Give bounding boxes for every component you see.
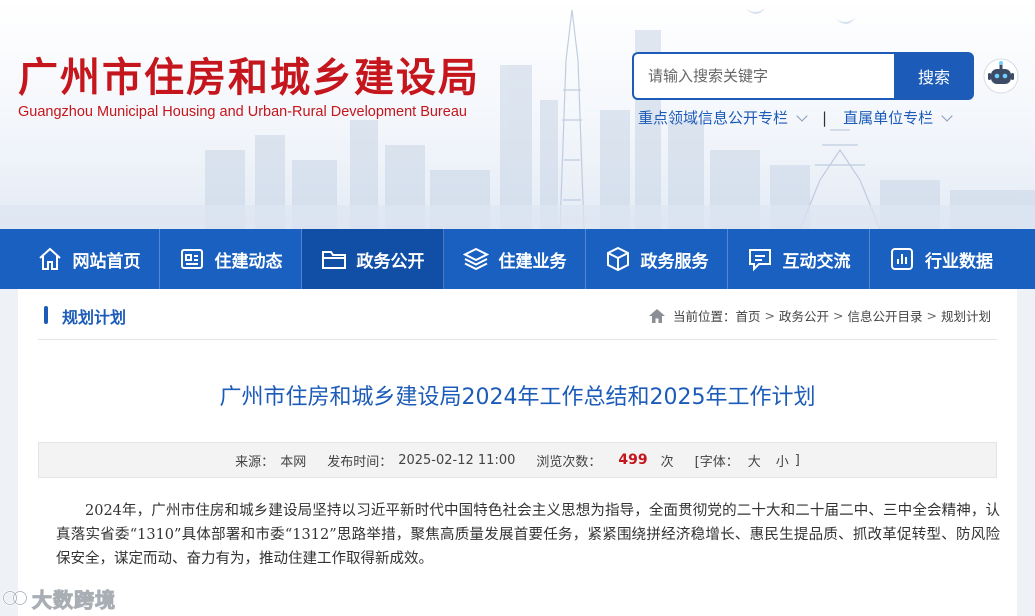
nav-item-label: 住建动态 [214, 251, 283, 272]
box-icon [606, 246, 629, 272]
separator: | [822, 108, 828, 127]
breadcrumb: 当前位置： 首页 > 政务公开 > 信息公开目录 > 规划计划 [648, 306, 991, 325]
nav-item-gov-affairs[interactable]: 政务公开 [302, 229, 444, 289]
article-title: 广州市住房和城乡建设局2024年工作总结和2025年工作计划 [219, 385, 816, 410]
main-nav: 网站首页 住建动态 政务公开 住建业务 政务服务 互动交流 行业数据 [0, 229, 1035, 289]
article-paragraph: 2024年，广州市住房和城乡建设局坚持以习近平新时代中国特色社会主义思想为指导，… [56, 503, 1000, 567]
breadcrumb-prefix: 当前位置： [672, 309, 736, 324]
section-header: 规划计划 当前位置： 首页 > 政务公开 > 信息公开目录 > 规划计划 [38, 289, 997, 340]
nav-item-business[interactable]: 住建业务 [444, 229, 586, 289]
watermark-logo-icon [2, 590, 28, 606]
font-large-button[interactable]: 大 [748, 451, 761, 470]
layers-icon [462, 247, 489, 271]
nav-item-services[interactable]: 政务服务 [586, 229, 728, 289]
font-small-button[interactable]: 小 [776, 451, 789, 470]
article-body: 2024年，广州市住房和城乡建设局坚持以习近平新时代中国特色社会主义思想为指导，… [56, 499, 1000, 571]
views-count: 499 [618, 452, 648, 468]
section-title: 规划计划 [62, 308, 127, 327]
watermark-text: 大数跨境 [32, 587, 116, 612]
font-size-label: [字体： [694, 454, 739, 470]
nav-item-label: 住建业务 [498, 251, 567, 272]
site-title: 广州市住房和城乡建设局 [18, 55, 480, 101]
news-icon [180, 249, 203, 269]
source-label: 来源： [235, 454, 275, 470]
chat-icon [748, 249, 771, 272]
site-subtitle: Guangzhou Municipal Housing and Urban-Ru… [18, 104, 467, 120]
site-header: 广州市住房和城乡建设局 Guangzhou Municipal Housing … [0, 0, 1035, 229]
nav-item-interaction[interactable]: 互动交流 [728, 229, 870, 289]
nav-item-label: 政务公开 [356, 251, 425, 272]
nav-item-label: 互动交流 [782, 251, 851, 272]
source-value: 本网 [280, 454, 307, 470]
breadcrumb-current[interactable]: 规划计划 [941, 306, 991, 325]
quick-link-key-areas[interactable]: 重点领域信息公开专栏 [638, 107, 788, 128]
breadcrumb-catalog[interactable]: 信息公开目录 [847, 306, 922, 325]
views-label: 浏览次数： [536, 454, 602, 470]
quick-links: 重点领域信息公开专栏 | 直属单位专栏 [638, 107, 953, 128]
chevron-down-icon [941, 109, 953, 122]
date-label: 发布时间： [327, 454, 393, 470]
folder-icon [321, 251, 346, 269]
watermark: 大数跨境 [2, 584, 116, 612]
views-unit: 次 [660, 454, 674, 470]
breadcrumb-arrow: > [833, 308, 844, 323]
nav-item-label: 网站首页 [72, 251, 141, 272]
search-input[interactable] [632, 52, 894, 100]
robot-assistant-icon[interactable] [983, 58, 1019, 94]
font-size-end: ] [794, 452, 800, 468]
nav-item-news[interactable]: 住建动态 [160, 229, 302, 289]
section-marker [44, 306, 48, 324]
search-button[interactable]: 搜索 [894, 52, 974, 100]
home-icon [38, 247, 61, 270]
nav-item-label: 行业数据 [925, 251, 993, 272]
nav-item-label: 政务服务 [640, 251, 709, 272]
search-box: 搜索 [632, 52, 974, 100]
breadcrumb-arrow: > [926, 308, 937, 323]
nav-item-home[interactable]: 网站首页 [18, 229, 160, 289]
content-panel: 规划计划 当前位置： 首页 > 政务公开 > 信息公开目录 > 规划计划 广州市… [18, 289, 1017, 616]
date-value: 2025-02-12 11:00 [398, 452, 516, 468]
quick-link-affiliates[interactable]: 直属单位专栏 [843, 107, 933, 128]
breadcrumb-home[interactable]: 首页 [735, 306, 760, 325]
chart-icon [891, 248, 913, 270]
breadcrumb-arrow: > [764, 308, 775, 323]
article-meta: 来源： 本网 发布时间： 2025-02-12 11:00 浏览次数： 499 … [38, 442, 997, 478]
breadcrumb-gov-affairs[interactable]: 政务公开 [779, 306, 829, 325]
nav-item-industry-data[interactable]: 行业数据 [870, 229, 1012, 289]
chevron-down-icon [796, 109, 808, 122]
home-icon [648, 308, 665, 323]
